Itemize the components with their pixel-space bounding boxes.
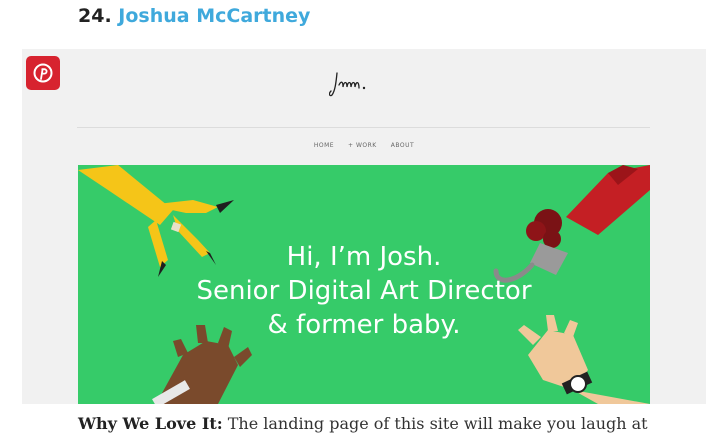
hero-headline: Hi, I’m Josh. Senior Digital Art Directo… — [78, 240, 650, 342]
hero-banner: Hi, I’m Josh. Senior Digital Art Directo… — [78, 165, 650, 404]
pin-it-button[interactable] — [26, 56, 60, 90]
site-logo[interactable] — [329, 69, 371, 101]
hero-line-3: & former baby. — [267, 310, 461, 340]
site-screenshot: HOME + WORK ABOUT Hi, I’m Josh. Senior D… — [22, 49, 706, 404]
hero-line-1: Hi, I’m Josh. — [286, 242, 442, 272]
nav-work[interactable]: + WORK — [348, 142, 377, 149]
pinterest-icon — [33, 63, 53, 83]
entry-number: 24. — [78, 5, 112, 27]
caption: Why We Love It: The landing page of this… — [78, 414, 648, 433]
nav-about[interactable]: ABOUT — [391, 142, 414, 149]
nav-home[interactable]: HOME — [314, 142, 334, 149]
entry-title-link[interactable]: Joshua McCartney — [118, 5, 310, 27]
header-divider — [77, 127, 650, 128]
caption-text: The landing page of this site will make … — [222, 414, 648, 433]
site-nav: HOME + WORK ABOUT — [22, 142, 706, 149]
caption-lead: Why We Love It: — [78, 414, 223, 433]
entry-heading: 24. Joshua McCartney — [78, 5, 310, 27]
hero-line-2: Senior Digital Art Director — [196, 276, 532, 306]
